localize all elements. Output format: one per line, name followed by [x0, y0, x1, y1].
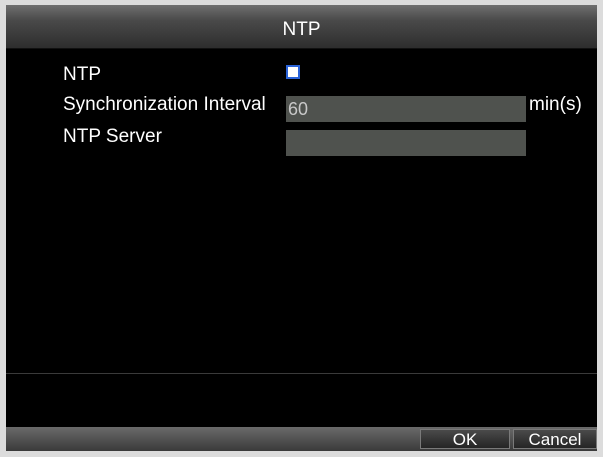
- ntp-enable-checkbox[interactable]: [286, 65, 300, 79]
- sync-interval-label: Synchronization Interval: [63, 94, 266, 115]
- title-bar: NTP: [6, 5, 597, 49]
- sync-interval-input[interactable]: [286, 96, 526, 122]
- sync-interval-unit: min(s): [529, 94, 582, 115]
- ntp-server-input[interactable]: [286, 130, 526, 156]
- ntp-dialog: NTP NTP Synchronization Interval min(s) …: [0, 0, 603, 457]
- dialog-title: NTP: [282, 19, 321, 40]
- cancel-button[interactable]: Cancel: [513, 429, 597, 449]
- ok-button[interactable]: OK: [420, 429, 510, 449]
- ntp-label: NTP: [63, 64, 101, 85]
- divider: [6, 373, 597, 374]
- button-bar: OK Cancel: [6, 427, 597, 451]
- ntp-server-label: NTP Server: [63, 126, 162, 147]
